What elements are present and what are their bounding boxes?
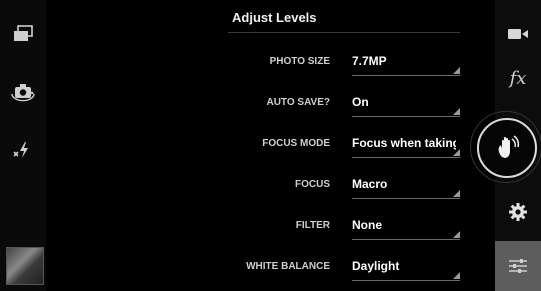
sliders-toggle-button[interactable]: [495, 241, 541, 291]
left-toolbar: [0, 0, 46, 291]
effects-icon[interactable]: fx: [502, 62, 534, 94]
setting-row-photo-size: PHOTO SIZE 7.7MP: [200, 48, 460, 78]
setting-row-white-balance: WHITE BALANCE Daylight: [200, 253, 460, 283]
flash-off-icon[interactable]: [7, 134, 39, 166]
filter-dropdown[interactable]: None: [352, 217, 460, 240]
setting-value: Focus when taking: [352, 136, 456, 150]
auto-save-dropdown[interactable]: On: [352, 94, 460, 117]
aspect-ratio-icon[interactable]: [7, 18, 39, 50]
setting-label: FILTER: [295, 220, 330, 231]
dropdown-corner-icon: [453, 231, 460, 238]
setting-row-focus-mode: FOCUS MODE Focus when taking: [200, 130, 460, 160]
title-divider: [228, 32, 460, 33]
setting-row-filter: FILTER None: [200, 212, 460, 242]
white-balance-dropdown[interactable]: Daylight: [352, 258, 460, 281]
gear-icon[interactable]: [502, 196, 534, 228]
gallery-thumbnail[interactable]: [6, 247, 44, 285]
focus-dropdown[interactable]: Macro: [352, 176, 460, 199]
effects-label: fx: [509, 67, 527, 89]
panel-title: Adjust Levels: [232, 10, 317, 25]
setting-value: On: [352, 95, 369, 109]
switch-camera-icon[interactable]: [7, 76, 39, 108]
setting-label: PHOTO SIZE: [269, 56, 330, 67]
sliders-icon: [509, 259, 527, 273]
setting-value: Macro: [352, 177, 388, 191]
setting-row-focus: FOCUS Macro: [200, 171, 460, 201]
shutter-hand-icon: [498, 135, 520, 158]
dropdown-corner-icon: [453, 149, 460, 156]
setting-label: FOCUS MODE: [262, 138, 330, 149]
dropdown-corner-icon: [453, 272, 460, 279]
video-camera-icon[interactable]: [502, 18, 534, 50]
focus-mode-dropdown[interactable]: Focus when taking: [352, 135, 460, 158]
dropdown-corner-icon: [453, 108, 460, 115]
setting-label: FOCUS: [295, 179, 330, 190]
setting-label: AUTO SAVE?: [266, 97, 330, 108]
photo-size-dropdown[interactable]: 7.7MP: [352, 53, 460, 76]
setting-value: 7.7MP: [352, 54, 387, 68]
setting-label: WHITE BALANCE: [246, 261, 330, 272]
setting-value: None: [352, 218, 382, 232]
dropdown-corner-icon: [453, 190, 460, 197]
dropdown-corner-icon: [453, 67, 460, 74]
setting-row-auto-save: AUTO SAVE? On: [200, 89, 460, 119]
setting-value: Daylight: [352, 259, 400, 273]
shutter-button[interactable]: [477, 118, 537, 178]
